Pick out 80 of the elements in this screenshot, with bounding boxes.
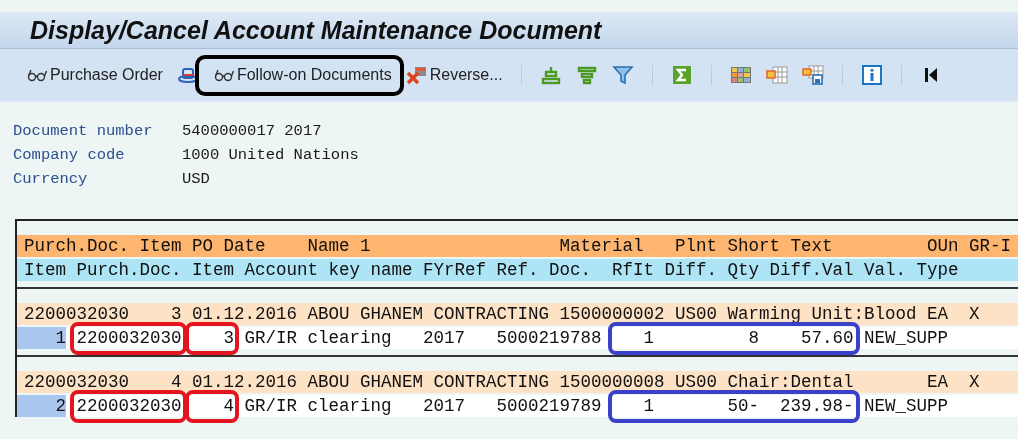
field-label: Company code <box>13 145 126 166</box>
column-header: Short Text <box>727 235 833 257</box>
column-header: Ref. Doc. <box>496 259 591 281</box>
field-label: Document number <box>13 121 154 142</box>
column-header: Item <box>24 259 66 281</box>
align-center-icon[interactable] <box>539 65 562 85</box>
table-cell-text: 3 <box>170 303 182 325</box>
table-cell-text: NEW_SUPP <box>864 395 949 417</box>
field-value: USD <box>182 169 210 190</box>
grid-save-icon[interactable] <box>801 65 824 85</box>
table-cell: 01.12.2016 <box>192 303 297 325</box>
sigma-icon[interactable] <box>670 65 693 85</box>
table-cell: 2200032030 <box>76 395 182 417</box>
table-cell: US00 <box>675 303 717 325</box>
table-cell-text: 239.98- <box>779 395 854 417</box>
table-cell: 1500000002 <box>559 303 665 325</box>
funnel-icon[interactable] <box>611 65 634 85</box>
table-cell-text: 2017 <box>423 327 466 349</box>
row-index[interactable]: 1 <box>17 327 66 349</box>
column-header: Name 1 <box>307 235 371 257</box>
field-value: 1000 United Nations <box>182 145 359 166</box>
table-cell-text: 1 <box>642 327 654 349</box>
table-cell: EA <box>927 303 948 325</box>
table-cell-text: 57.60 <box>800 327 854 349</box>
column-header: Material <box>559 235 644 257</box>
column-header: OUn <box>927 235 959 257</box>
column-header: Item <box>139 235 182 257</box>
table-cell-text: 50- <box>726 395 759 417</box>
column-header: PO Date <box>192 235 266 257</box>
table-cell: 01.12.2016 <box>192 371 297 393</box>
table-cell-text: NEW_SUPP <box>864 327 949 349</box>
reverse-icon <box>405 65 428 85</box>
column-header: Purch.Doc. <box>24 235 129 257</box>
table-cell: 5000219789 <box>496 395 602 417</box>
table-cell-text: Chair:Dental <box>727 371 855 393</box>
column-header: GR-I <box>969 235 1011 257</box>
glasses-icon <box>26 68 48 82</box>
toolbar-button[interactable]: Follow-on Documents <box>208 63 396 87</box>
table-cell-text: GR/IR clearing <box>244 327 393 349</box>
column-header: Val. <box>864 259 906 281</box>
row-index[interactable]: 2 <box>17 395 66 417</box>
table-cell: 4 <box>192 395 234 417</box>
table-cell: X <box>969 303 980 325</box>
table-cell: 2200032030 <box>24 371 129 393</box>
grid-icon[interactable] <box>729 65 752 85</box>
window-title: Display/Cancel Account Maintenance Document <box>30 15 602 45</box>
table-cell: ABOU GHANEM CONTRACTING <box>307 371 549 393</box>
table-cell: 1500000008 <box>559 371 665 393</box>
column-header: Type <box>916 259 959 281</box>
table-cell: Warming Unit:Blood <box>727 303 917 325</box>
column-header: Plnt <box>675 235 717 257</box>
table-cell-text: 2017 <box>423 395 466 417</box>
column-header: Diff. <box>664 259 717 281</box>
column-header: Account key name <box>244 259 413 281</box>
table-cell-text: GR/IR clearing <box>244 395 393 417</box>
table-cell: 2200032030 <box>76 327 182 349</box>
column-header: Item <box>192 259 234 281</box>
table-cell-text: 8 <box>747 327 759 349</box>
table-cell: 3 <box>192 327 234 349</box>
field-label: Currency <box>13 169 89 190</box>
toolbar-button[interactable]: Purchase Order <box>22 63 167 87</box>
table-cell: 5000219788 <box>496 327 602 349</box>
filter-lines-icon[interactable] <box>575 65 598 85</box>
glasses-icon <box>212 68 235 82</box>
table-cell: ABOU GHANEM CONTRACTING <box>307 303 549 325</box>
column-header: Diff.Val <box>769 259 854 281</box>
grid-select-icon[interactable] <box>765 65 788 85</box>
table-cell: X <box>969 371 980 393</box>
column-header: FYrRef <box>423 259 486 281</box>
table-cell: EA <box>927 371 948 393</box>
column-header: RfIt <box>612 259 654 281</box>
table-cell-text: 1 <box>642 395 654 417</box>
table-cell-text: 4 <box>170 371 182 393</box>
column-header: Purch.Doc. <box>76 259 182 281</box>
toolbar-button[interactable]: Reverse... <box>401 62 507 88</box>
table-cell: US00 <box>675 371 717 393</box>
table-cell: 2200032030 <box>24 303 129 325</box>
info-icon[interactable] <box>860 65 883 85</box>
column-header: Qty <box>727 259 759 281</box>
field-value: 5400000017 2017 <box>182 121 322 142</box>
